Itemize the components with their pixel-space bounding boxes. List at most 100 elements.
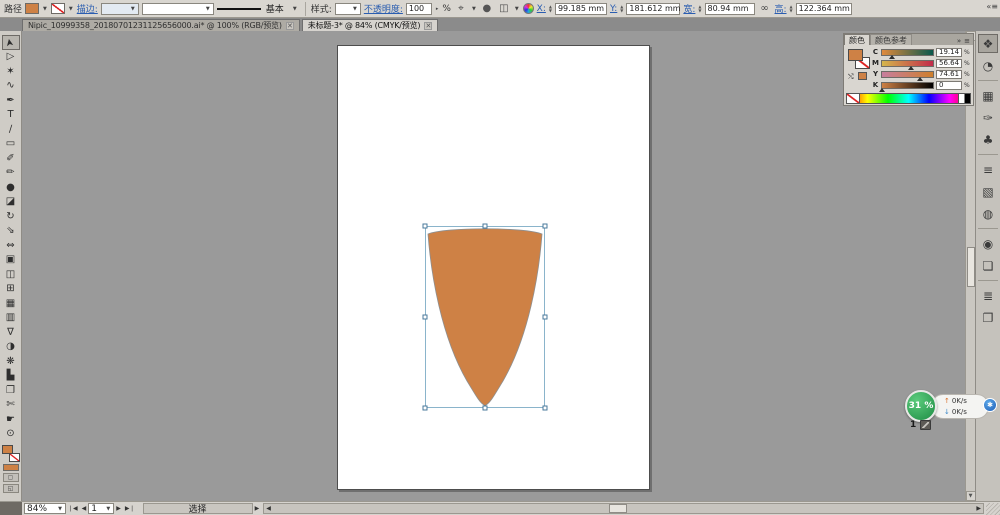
document-tab-untitled-3[interactable]: 未标题-3* @ 84% (CMYK/预览) ✕	[301, 19, 439, 31]
opacity-spinner-icon[interactable]: ▸	[435, 6, 440, 12]
height-field[interactable]: 122.364 mm	[795, 2, 852, 15]
dock-collapse-icon[interactable]: «≡	[986, 2, 998, 11]
constrain-link-icon[interactable]: ∞	[758, 2, 772, 15]
brushes-panel-icon[interactable]: ✑	[978, 108, 998, 127]
height-label[interactable]: 高:	[775, 2, 787, 15]
opacity-link[interactable]: 不透明度:	[364, 2, 403, 15]
selection-handle-sw[interactable]	[422, 405, 428, 411]
close-icon[interactable]: ✕	[424, 21, 433, 30]
symbol-sprayer-tool[interactable]: ❋	[2, 354, 20, 369]
status-indicator[interactable]: 选择	[142, 503, 253, 515]
artboards-panel-icon[interactable]: ❐	[978, 308, 998, 327]
transparency-panel-icon[interactable]: ◍	[978, 204, 998, 223]
fill-stroke-proxy[interactable]	[1, 445, 20, 462]
y-stepper[interactable]: ▲ ▼	[620, 4, 623, 13]
status-menu-icon[interactable]: ▶	[253, 505, 262, 512]
direct-selection-tool[interactable]: ▷	[2, 50, 20, 65]
rotate-tool[interactable]: ↻	[2, 209, 20, 224]
width-field[interactable]: 80.94 mm	[704, 2, 755, 15]
yellow-slider-marker[interactable]	[917, 76, 924, 81]
selection-handle-ne[interactable]	[542, 223, 548, 229]
selection-handle-se[interactable]	[542, 405, 548, 411]
slice-tool[interactable]: ✄	[2, 398, 20, 413]
stroke-color-swatch[interactable]	[50, 3, 65, 14]
panel-collapse-icon[interactable]: »	[957, 37, 961, 45]
align-dropdown-icon[interactable]: ▼	[514, 6, 520, 12]
width-tool[interactable]: ⇔	[2, 238, 20, 253]
pencil-tool[interactable]: ✏	[2, 166, 20, 181]
lasso-tool[interactable]: ∿	[2, 79, 20, 94]
selection-handle-w[interactable]	[422, 314, 428, 320]
cyan-slider-marker[interactable]	[888, 54, 895, 59]
artboard-tool[interactable]: ❐	[2, 383, 20, 398]
fill-proxy-swatch[interactable]	[1, 445, 13, 454]
black-slider[interactable]	[879, 81, 934, 92]
prev-artboard-icon[interactable]: ◀	[80, 505, 89, 512]
fill-dropdown-icon[interactable]: ▼	[42, 6, 48, 12]
select-similar-icon[interactable]: ⌖	[454, 2, 468, 15]
height-stepper[interactable]: ▲ ▼	[790, 4, 793, 13]
combo-dropdown-icon[interactable]: ▼	[205, 6, 211, 12]
cyan-value-field[interactable]: 19.14	[936, 47, 962, 57]
downloader-badge-icon[interactable]: ✱	[983, 398, 997, 412]
graphic-styles-panel-icon[interactable]: ❏	[978, 256, 998, 275]
screen-mode-button[interactable]: ◱	[2, 484, 19, 493]
opacity-field[interactable]: 100	[405, 2, 432, 15]
cyan-slider[interactable]	[881, 48, 934, 59]
style-combo[interactable]: ▼	[334, 2, 361, 15]
download-progress-circle[interactable]: 31 %	[905, 390, 937, 422]
zoom-level-combo[interactable]: 84% ▼	[24, 503, 66, 514]
swap-colors-icon[interactable]: ⤭	[848, 73, 854, 82]
panel-fill-swatch[interactable]	[848, 49, 863, 61]
selection-handle-s[interactable]	[482, 405, 488, 411]
paintbrush-tool[interactable]: ✐	[2, 151, 20, 166]
black-value-field[interactable]: 0	[936, 80, 962, 90]
magic-wand-tool[interactable]: ✶	[2, 64, 20, 79]
gradient-panel-icon[interactable]: ▧	[978, 182, 998, 201]
tray-tool-icon[interactable]	[920, 420, 932, 430]
vertical-scroll-thumb[interactable]	[967, 247, 975, 287]
color-mode-swatch[interactable]	[2, 464, 19, 471]
first-artboard-icon[interactable]: ❘◀	[66, 505, 80, 512]
blend-tool[interactable]: ◑	[2, 340, 20, 355]
perspective-grid-tool[interactable]: ⊞	[2, 282, 20, 297]
symbols-panel-icon[interactable]: ♣	[978, 130, 998, 149]
selected-shape[interactable]	[422, 223, 548, 411]
selection-tool[interactable]: ➤	[1, 35, 20, 50]
y-field[interactable]: 181.612 mm	[626, 2, 681, 15]
scale-tool[interactable]: ⇘	[2, 224, 20, 239]
pen-tool[interactable]: ✒	[2, 93, 20, 108]
recolor-artwork-dark-icon[interactable]: ●	[480, 2, 494, 15]
stroke-dropdown-icon[interactable]: ▼	[68, 6, 74, 12]
fill-color-swatch[interactable]	[25, 3, 40, 14]
close-icon[interactable]: ✕	[285, 21, 294, 30]
align-icon[interactable]: ◫	[497, 2, 511, 15]
horizontal-scroll-thumb[interactable]	[609, 504, 628, 513]
recolor-artwork-icon[interactable]	[522, 3, 534, 14]
column-graph-tool[interactable]: ▙	[2, 369, 20, 384]
black-slider-marker[interactable]	[879, 87, 885, 92]
rectangle-tool[interactable]: ▭	[2, 137, 20, 152]
width-stepper[interactable]: ▲ ▼	[698, 4, 701, 13]
last-artboard-icon[interactable]: ▶❘	[123, 505, 137, 512]
hand-tool[interactable]: ☛	[2, 412, 20, 427]
panel-fill-stroke-proxy[interactable]: ⤭	[846, 47, 872, 85]
last-color-swatch[interactable]	[858, 72, 867, 80]
panel-menu-icon[interactable]: ≡	[964, 37, 970, 45]
width-label[interactable]: 宽:	[683, 2, 695, 15]
x-label[interactable]: X:	[537, 4, 546, 14]
select-similar-dropdown-icon[interactable]: ▼	[471, 6, 477, 12]
yellow-value-field[interactable]: 74.61	[936, 69, 962, 79]
layers-panel-icon[interactable]: ≣	[978, 286, 998, 305]
x-stepper[interactable]: ▲ ▼	[549, 4, 552, 13]
color-spectrum-bar[interactable]	[846, 93, 971, 104]
gradient-tool[interactable]: ▥	[2, 311, 20, 326]
stroke-panel-icon[interactable]: ≡	[978, 160, 998, 179]
artboard-number-combo[interactable]: 1 ▼	[88, 503, 115, 514]
mesh-tool[interactable]: ▦	[2, 296, 20, 311]
drawing-mode-button[interactable]: ▢	[2, 473, 19, 482]
magenta-slider[interactable]	[881, 59, 934, 70]
tab-color-guide[interactable]: 颜色参考	[870, 34, 912, 45]
line-segment-tool[interactable]: ∕	[2, 122, 20, 137]
eraser-tool[interactable]: ◪	[2, 195, 20, 210]
